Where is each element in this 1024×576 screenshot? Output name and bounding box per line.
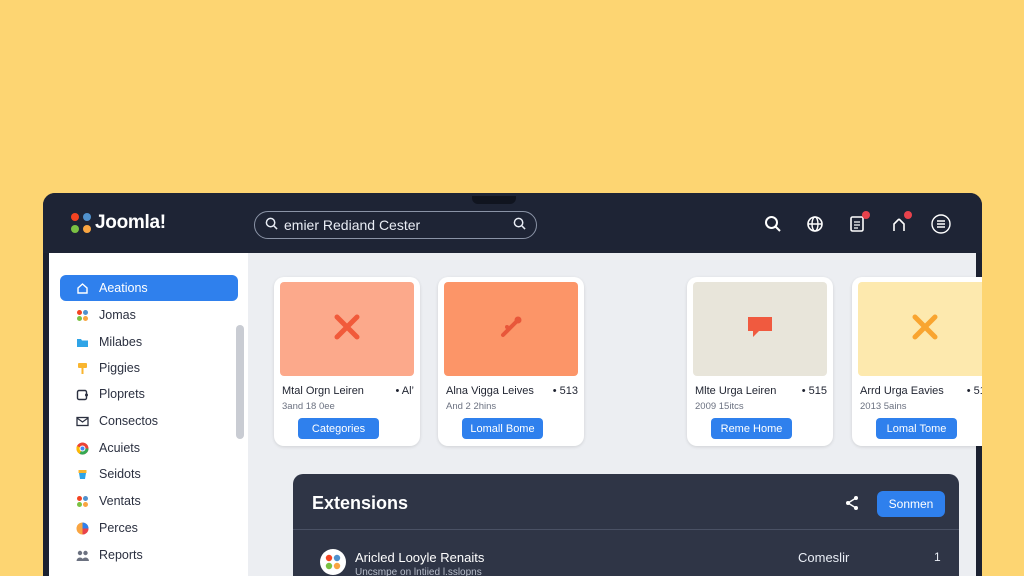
chat-icon xyxy=(745,312,775,347)
search-field[interactable]: emier Rediand Cester xyxy=(254,211,537,239)
folder-icon xyxy=(76,336,89,349)
joomla-logo[interactable]: Joomla! xyxy=(69,211,166,235)
extensions-panel: Extensions Sonmen Aricled Looyle Renaits… xyxy=(293,474,959,576)
card-thumbnail xyxy=(280,282,414,376)
search-submit-icon[interactable] xyxy=(513,217,526,233)
notifications-icon[interactable] xyxy=(846,211,870,235)
extension-row-count: 1 xyxy=(934,550,941,564)
extension-row-status: Comeslir xyxy=(798,550,850,565)
sidebar-item-ventats[interactable]: Ventats xyxy=(60,488,238,514)
share-icon[interactable] xyxy=(844,495,860,516)
card-title-row: Alna Vigga Leives • 513 xyxy=(446,385,578,397)
sidebar-item-label: Ventats xyxy=(99,494,141,508)
sidebar-item-label: Seidots xyxy=(99,467,141,481)
card-thumbnail xyxy=(444,282,578,376)
card-price: • 516 xyxy=(966,385,982,397)
sidebar-item-label: Aeations xyxy=(99,281,148,295)
user-alert-icon[interactable] xyxy=(888,211,912,235)
extension-row-subtitle: Uncsmpe on lntiied l.sslopns xyxy=(355,567,482,576)
close-icon xyxy=(332,312,362,347)
cup-icon xyxy=(76,468,89,481)
card-price: • Al’ xyxy=(395,385,414,397)
sidebar-item-label: Piggies xyxy=(99,361,140,375)
card-title-row: Arrd Urga Eavies • 516 xyxy=(860,385,982,397)
card-title-row: Mlte Urga Leiren • 515 xyxy=(695,385,827,397)
sidebar-item-label: Ploprets xyxy=(99,387,145,401)
camera-notch xyxy=(472,196,516,204)
content-card[interactable]: Arrd Urga Eavies • 516 2013 5ains Lomal T… xyxy=(852,277,982,446)
puzzle-icon xyxy=(76,388,89,401)
pie-icon xyxy=(76,522,89,535)
sidebar-item-label: Perces xyxy=(99,521,138,535)
card-title: Alna Vigga Leives xyxy=(446,385,534,397)
sidebar-item-jomas[interactable]: Jomas xyxy=(60,302,238,328)
card-title: Mlte Urga Leiren xyxy=(695,385,777,397)
card-title-row: Mtal Orgn Leiren • Al’ xyxy=(282,385,414,397)
joomla-icon xyxy=(76,495,89,508)
sidebar: Aeations Jomas Milabes Piggies Ploprets … xyxy=(49,253,248,576)
top-icon-group xyxy=(762,211,952,235)
sidebar-scrollbar[interactable] xyxy=(236,325,244,439)
sidebar-item-consectos[interactable]: Consectos xyxy=(60,408,238,434)
home-icon xyxy=(76,282,89,295)
extension-row-title[interactable]: Aricled Looyle Renaits xyxy=(355,550,484,565)
close-icon xyxy=(910,312,940,347)
users-icon xyxy=(76,549,89,562)
card-button[interactable]: Lomall Bome xyxy=(462,418,543,439)
sidebar-item-seidots[interactable]: Seidots xyxy=(60,461,238,487)
card-price: • 513 xyxy=(552,385,578,397)
joomla-logo-icon xyxy=(71,213,91,233)
joomla-icon xyxy=(76,309,89,322)
card-subtitle: 2009 15itcs xyxy=(695,401,744,412)
wrench-icon xyxy=(496,312,526,347)
admin-window: Joomla! emier Rediand Cester Aeations Jo… xyxy=(43,193,982,576)
divider xyxy=(293,529,959,530)
extensions-action-button[interactable]: Sonmen xyxy=(877,491,945,517)
sidebar-item-perces[interactable]: Perces xyxy=(60,515,238,541)
card-title: Arrd Urga Eavies xyxy=(860,385,944,397)
extensions-title: Extensions xyxy=(312,493,409,513)
card-price: • 515 xyxy=(801,385,827,397)
content-card[interactable]: Alna Vigga Leives • 513 And 2 2hins Lomal… xyxy=(438,277,584,446)
alert-badge xyxy=(904,211,912,219)
sidebar-item-piggies[interactable]: Piggies xyxy=(60,355,238,381)
content-card[interactable]: Mtal Orgn Leiren • Al’ 3and 18 0ee Catego… xyxy=(274,277,420,446)
sidebar-item-acuiets[interactable]: Acuiets xyxy=(60,435,238,461)
card-subtitle: 2013 5ains xyxy=(860,401,907,412)
pin-icon xyxy=(76,362,89,375)
search-icon[interactable] xyxy=(762,213,784,235)
card-button[interactable]: Lomal Tome xyxy=(876,418,957,439)
extension-row-icon xyxy=(320,549,346,575)
card-button[interactable]: Reme Home xyxy=(711,418,792,439)
card-subtitle: And 2 2hins xyxy=(446,401,497,412)
joomla-icon xyxy=(325,554,341,570)
main-content: Mtal Orgn Leiren • Al’ 3and 18 0ee Catego… xyxy=(248,253,982,576)
menu-icon[interactable] xyxy=(930,213,952,235)
sidebar-item-milabes[interactable]: Milabes xyxy=(60,329,238,355)
notification-badge xyxy=(862,211,870,219)
card-button[interactable]: Categories xyxy=(298,418,379,439)
card-title: Mtal Orgn Leiren xyxy=(282,385,364,397)
sidebar-item-label: Milabes xyxy=(99,335,143,349)
sidebar-item-aeations[interactable]: Aeations xyxy=(60,275,238,301)
search-input[interactable]: emier Rediand Cester xyxy=(284,217,513,233)
search-icon xyxy=(265,217,278,233)
globe-icon[interactable] xyxy=(804,213,826,235)
sidebar-item-label: Reports xyxy=(99,548,143,562)
sidebar-item-label: Consectos xyxy=(99,414,159,428)
sidebar-item-ploprets[interactable]: Ploprets xyxy=(60,381,238,407)
sidebar-item-reports[interactable]: Reports xyxy=(60,542,238,568)
card-subtitle: 3and 18 0ee xyxy=(282,401,335,412)
sidebar-item-label: Acuiets xyxy=(99,441,140,455)
card-thumbnail xyxy=(693,282,827,376)
card-thumbnail xyxy=(858,282,982,376)
mail-icon xyxy=(76,415,89,428)
sidebar-item-label: Jomas xyxy=(99,308,136,322)
chrome-icon xyxy=(76,442,89,455)
logo-text: Joomla! xyxy=(95,212,166,233)
content-card[interactable]: Mlte Urga Leiren • 515 2009 15itcs Reme H… xyxy=(687,277,833,446)
